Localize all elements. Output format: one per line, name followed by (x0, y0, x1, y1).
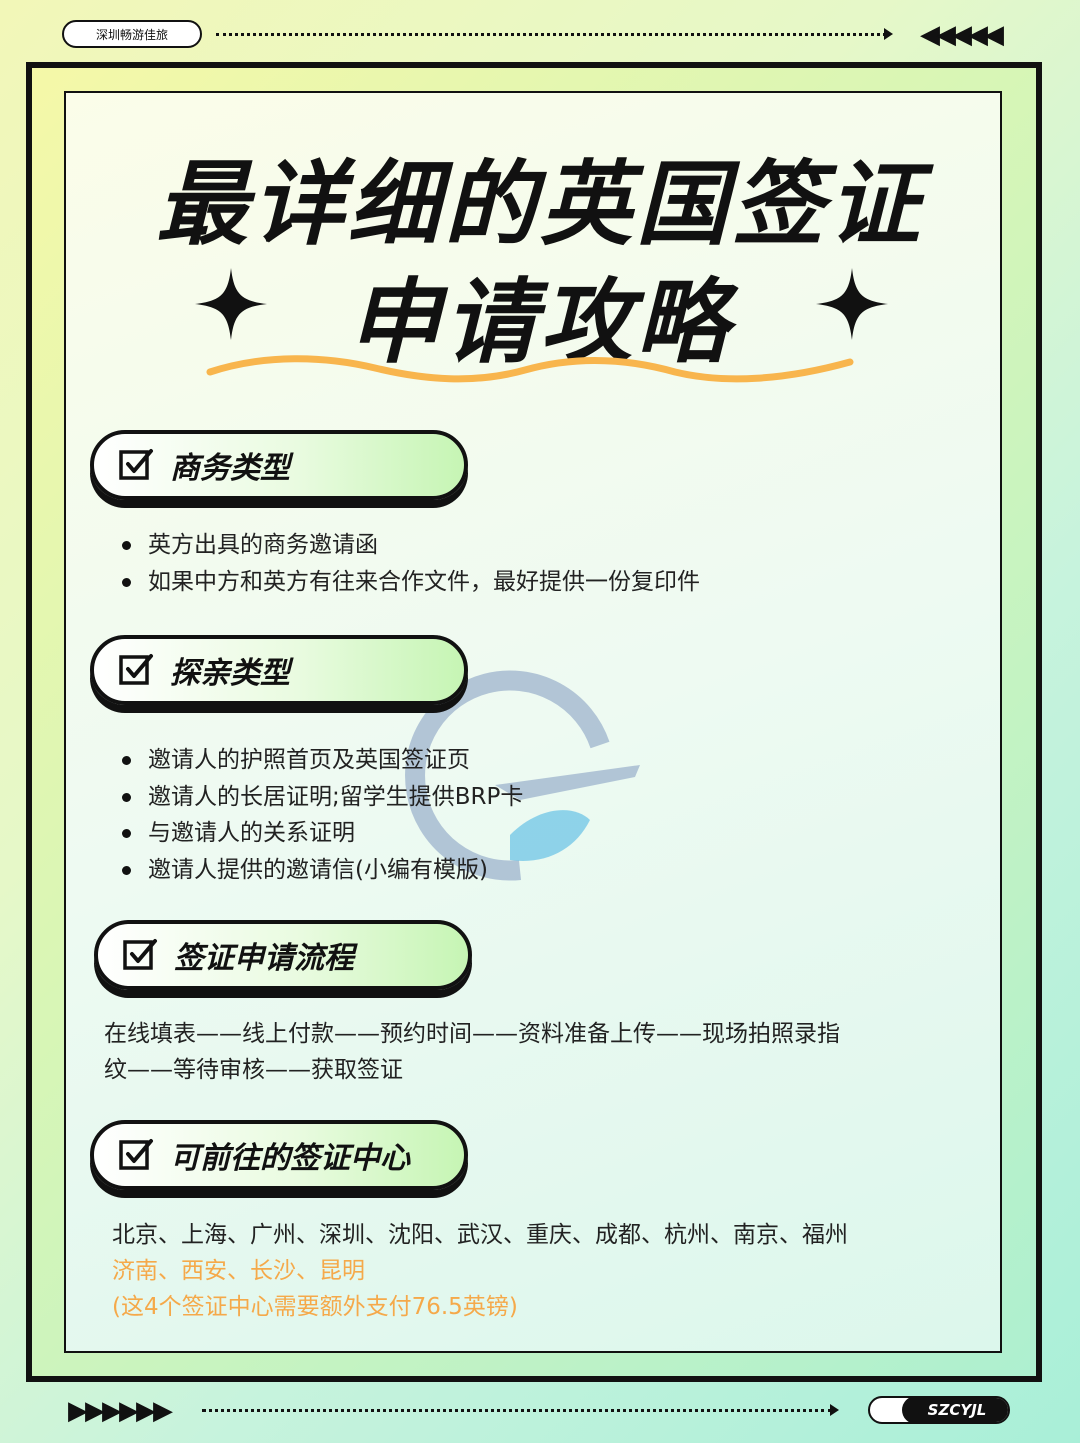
section-heading: 探亲类型 (170, 656, 290, 691)
sparkle-icon (816, 268, 888, 340)
dotted-divider-bottom (202, 1409, 832, 1412)
section-header-business: 商务类型 (90, 430, 468, 500)
list-item: 邀请人提供的邀请信(小编有模版) (120, 852, 523, 889)
dotted-divider-top (216, 33, 886, 36)
checkbox-icon (119, 654, 153, 685)
list-item: 如果中方和英方有往来合作文件，最好提供一份复印件 (120, 564, 700, 601)
section-header-process: 签证申请流程 (94, 920, 472, 990)
page-title-line1: 最详细的英国签证 (155, 151, 924, 258)
section-heading: 签证申请流程 (174, 941, 354, 976)
process-line: 在线填表——线上付款——预约时间——资料准备上传——现场拍照录指 (104, 1021, 840, 1047)
process-steps: 在线填表——线上付款——预约时间——资料准备上传——现场拍照录指 纹——等待审核… (104, 1016, 840, 1088)
visa-center-list: 北京、上海、广州、深圳、沈阳、武汉、重庆、成都、杭州、南京、福州 济南、西安、长… (112, 1217, 848, 1325)
section-heading: 可前往的签证中心 (170, 1141, 410, 1176)
list-item: 邀请人的长居证明;留学生提供BRP卡 (120, 779, 523, 816)
brand-code-tag: SZCYJL (868, 1396, 1010, 1424)
process-line: 纹——等待审核——获取签证 (104, 1057, 403, 1083)
list-item: 邀请人的护照首页及英国签证页 (120, 742, 523, 779)
list-item: 英方出具的商务邀请函 (120, 527, 700, 564)
wave-underline (206, 355, 854, 383)
arrows-right-icon: ▶▶▶▶▶▶ (68, 1396, 173, 1426)
section-header-visa-centers: 可前往的签证中心 (90, 1120, 468, 1190)
checkbox-icon (123, 939, 157, 970)
checkbox-icon (119, 449, 153, 480)
sparkle-icon (195, 268, 267, 340)
arrowhead-icon (830, 1404, 839, 1416)
section-heading: 商务类型 (170, 451, 290, 486)
checkbox-icon (119, 1139, 153, 1170)
list-item: 与邀请人的关系证明 (120, 815, 523, 852)
family-visit-requirements-list: 邀请人的护照首页及英国签证页 邀请人的长居证明;留学生提供BRP卡 与邀请人的关… (120, 742, 523, 888)
arrowhead-icon (884, 28, 893, 40)
chevrons-left-icon: ◀◀◀◀◀ (920, 20, 1004, 50)
city-list: 北京、上海、广州、深圳、沈阳、武汉、重庆、成都、杭州、南京、福州 (112, 1222, 848, 1248)
extra-fee-cities: 济南、西安、长沙、昆明 (112, 1258, 365, 1284)
section-header-family-visit: 探亲类型 (90, 635, 468, 705)
business-requirements-list: 英方出具的商务邀请函 如果中方和英方有往来合作文件，最好提供一份复印件 (120, 527, 700, 600)
brand-tag: 深圳畅游佳旅 (62, 20, 202, 48)
brand-code: SZCYJL (902, 1398, 1008, 1422)
extra-fee-note: (这4个签证中心需要额外支付76.5英镑) (112, 1294, 518, 1320)
